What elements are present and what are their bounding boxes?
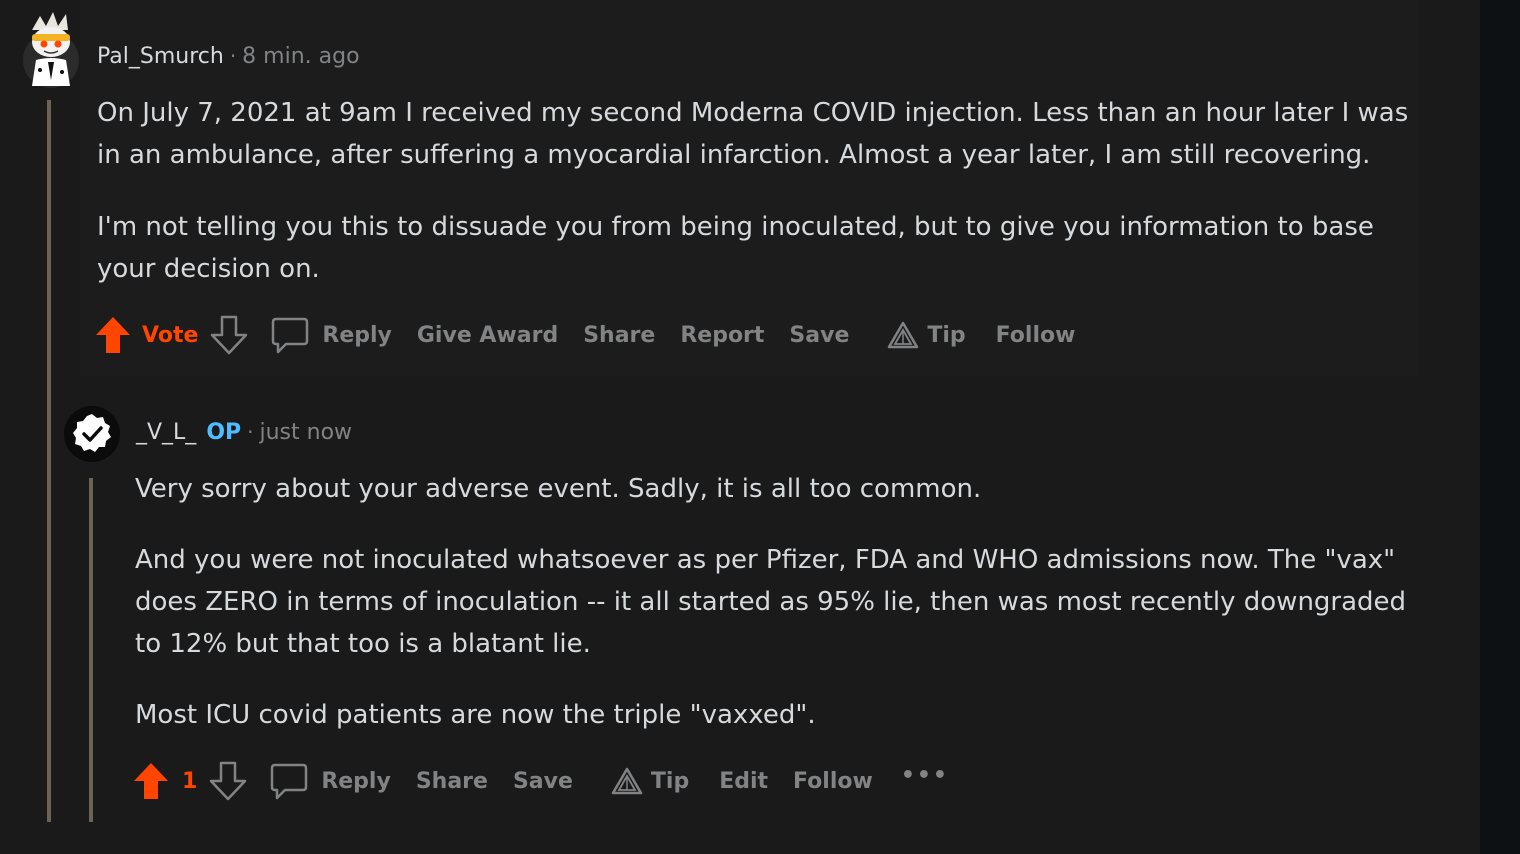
verified-check-icon	[65, 407, 119, 461]
save-button[interactable]: Save	[789, 323, 849, 348]
share-button[interactable]: Share	[416, 769, 488, 794]
page-scroll-gutter	[1480, 0, 1520, 854]
reply-label: Reply	[322, 322, 392, 348]
comment-thread: Pal_Smurch · 8 min. ago On July 7, 2021 …	[0, 0, 1520, 854]
tip-button[interactable]: Tip	[887, 320, 966, 350]
comment-paragraph: On July 7, 2021 at 9am I received my sec…	[97, 98, 1409, 170]
comment-timestamp[interactable]: just now	[260, 420, 353, 445]
downvote-icon[interactable]	[210, 315, 248, 355]
meta-separator: ·	[247, 420, 254, 444]
upvote-icon[interactable]	[132, 761, 170, 801]
reply-button[interactable]: Reply	[270, 315, 392, 355]
upvote-icon[interactable]	[94, 315, 132, 355]
vote-label: Vote	[142, 322, 199, 348]
more-options-icon[interactable]: •••	[901, 763, 949, 788]
username[interactable]: _V_L_	[136, 420, 196, 445]
op-badge: OP	[206, 420, 242, 445]
downvote-icon[interactable]	[209, 761, 247, 801]
thread-line-parent[interactable]	[47, 100, 51, 822]
give-award-button[interactable]: Give Award	[417, 323, 558, 348]
tip-button[interactable]: Tip	[611, 766, 689, 796]
tip-triangle-icon	[887, 320, 919, 350]
tip-label: Tip	[927, 322, 966, 348]
snoo-avatar-icon	[23, 12, 79, 88]
thread-line-child[interactable]	[89, 478, 93, 822]
comment-paragraph: And you were not inoculated whatsoever a…	[135, 545, 1407, 659]
meta-separator: ·	[229, 44, 237, 68]
tip-triangle-icon	[611, 766, 643, 796]
report-button[interactable]: Report	[680, 323, 764, 348]
reply-button[interactable]: Reply	[269, 761, 391, 801]
follow-button[interactable]: Follow	[996, 323, 1076, 348]
comment-action-bar: 1 Reply Share Save Tip Edit Follow •••	[132, 758, 949, 804]
avatar[interactable]	[20, 8, 82, 88]
comment-action-bar: Vote Reply Give Award Share Report Save …	[94, 312, 1075, 358]
share-button[interactable]: Share	[583, 323, 655, 348]
comment-meta: _V_L_ OP · just now	[136, 420, 352, 445]
comment-paragraph: I'm not telling you this to dissuade you…	[97, 212, 1374, 284]
comment-bubble-icon	[270, 315, 310, 355]
avatar[interactable]	[64, 406, 120, 462]
vote-score: 1	[182, 768, 198, 794]
edit-button[interactable]: Edit	[719, 769, 768, 794]
comment-timestamp[interactable]: 8 min. ago	[242, 44, 359, 69]
comment-meta: Pal_Smurch · 8 min. ago	[97, 44, 360, 69]
tip-label: Tip	[650, 768, 690, 794]
comment-bubble-icon	[269, 761, 309, 801]
follow-button[interactable]: Follow	[793, 769, 873, 794]
comment-paragraph: Most ICU covid patients are now the trip…	[135, 700, 816, 730]
save-button[interactable]: Save	[513, 769, 573, 794]
username[interactable]: Pal_Smurch	[97, 44, 224, 69]
reply-label: Reply	[321, 768, 391, 794]
comment-paragraph: Very sorry about your adverse event. Sad…	[135, 474, 982, 504]
